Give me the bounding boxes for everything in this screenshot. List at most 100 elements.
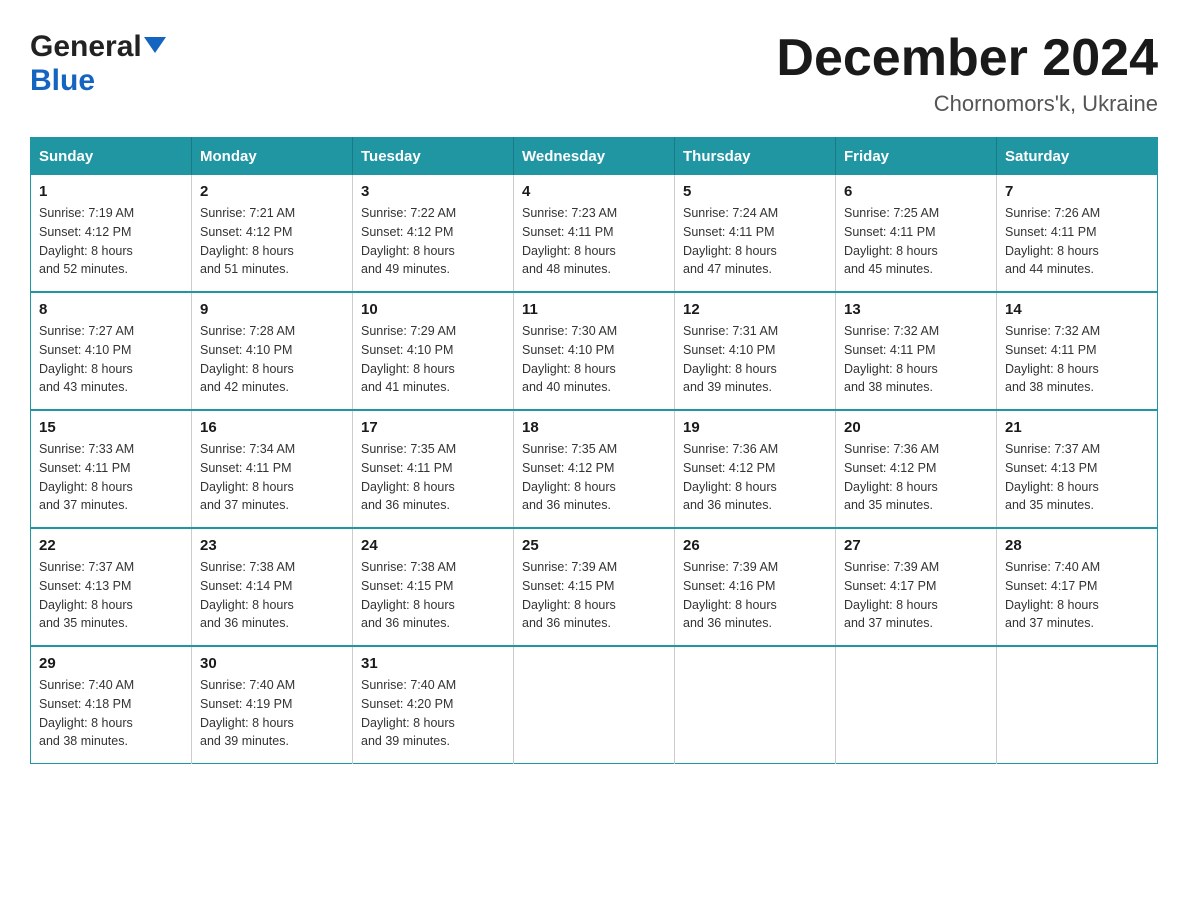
day-info: Sunrise: 7:32 AMSunset: 4:11 PMDaylight:… [1005, 322, 1149, 397]
calendar-header-sunday: Sunday [31, 138, 192, 176]
calendar-cell: 4 Sunrise: 7:23 AMSunset: 4:11 PMDayligh… [514, 175, 675, 292]
calendar-cell: 10 Sunrise: 7:29 AMSunset: 4:10 PMDaylig… [353, 292, 514, 410]
day-info: Sunrise: 7:25 AMSunset: 4:11 PMDaylight:… [844, 204, 988, 279]
calendar-cell: 8 Sunrise: 7:27 AMSunset: 4:10 PMDayligh… [31, 292, 192, 410]
day-number: 22 [39, 537, 183, 554]
calendar-cell: 9 Sunrise: 7:28 AMSunset: 4:10 PMDayligh… [192, 292, 353, 410]
month-title: December 2024 [776, 30, 1158, 87]
day-info: Sunrise: 7:33 AMSunset: 4:11 PMDaylight:… [39, 440, 183, 515]
calendar-cell: 11 Sunrise: 7:30 AMSunset: 4:10 PMDaylig… [514, 292, 675, 410]
calendar-cell: 30 Sunrise: 7:40 AMSunset: 4:19 PMDaylig… [192, 646, 353, 764]
calendar-cell: 19 Sunrise: 7:36 AMSunset: 4:12 PMDaylig… [675, 410, 836, 528]
day-number: 1 [39, 183, 183, 200]
calendar-week-row: 29 Sunrise: 7:40 AMSunset: 4:18 PMDaylig… [31, 646, 1158, 764]
logo-general-text: General [30, 30, 142, 64]
calendar-cell: 29 Sunrise: 7:40 AMSunset: 4:18 PMDaylig… [31, 646, 192, 764]
calendar-cell: 6 Sunrise: 7:25 AMSunset: 4:11 PMDayligh… [836, 175, 997, 292]
calendar-cell: 24 Sunrise: 7:38 AMSunset: 4:15 PMDaylig… [353, 528, 514, 646]
calendar-cell: 2 Sunrise: 7:21 AMSunset: 4:12 PMDayligh… [192, 175, 353, 292]
calendar-week-row: 8 Sunrise: 7:27 AMSunset: 4:10 PMDayligh… [31, 292, 1158, 410]
day-info: Sunrise: 7:38 AMSunset: 4:15 PMDaylight:… [361, 558, 505, 633]
calendar-header-row: SundayMondayTuesdayWednesdayThursdayFrid… [31, 138, 1158, 176]
calendar-cell: 15 Sunrise: 7:33 AMSunset: 4:11 PMDaylig… [31, 410, 192, 528]
calendar-cell [836, 646, 997, 764]
calendar-cell [514, 646, 675, 764]
day-number: 2 [200, 183, 344, 200]
calendar-week-row: 22 Sunrise: 7:37 AMSunset: 4:13 PMDaylig… [31, 528, 1158, 646]
calendar-cell: 21 Sunrise: 7:37 AMSunset: 4:13 PMDaylig… [997, 410, 1158, 528]
day-number: 27 [844, 537, 988, 554]
day-number: 6 [844, 183, 988, 200]
calendar-table: SundayMondayTuesdayWednesdayThursdayFrid… [30, 137, 1158, 764]
calendar-cell [997, 646, 1158, 764]
day-number: 3 [361, 183, 505, 200]
calendar-cell: 26 Sunrise: 7:39 AMSunset: 4:16 PMDaylig… [675, 528, 836, 646]
title-section: December 2024 Chornomors'k, Ukraine [776, 30, 1158, 117]
day-info: Sunrise: 7:32 AMSunset: 4:11 PMDaylight:… [844, 322, 988, 397]
calendar-week-row: 15 Sunrise: 7:33 AMSunset: 4:11 PMDaylig… [31, 410, 1158, 528]
day-info: Sunrise: 7:26 AMSunset: 4:11 PMDaylight:… [1005, 204, 1149, 279]
calendar-cell: 12 Sunrise: 7:31 AMSunset: 4:10 PMDaylig… [675, 292, 836, 410]
day-info: Sunrise: 7:40 AMSunset: 4:19 PMDaylight:… [200, 676, 344, 751]
day-info: Sunrise: 7:37 AMSunset: 4:13 PMDaylight:… [1005, 440, 1149, 515]
day-info: Sunrise: 7:40 AMSunset: 4:18 PMDaylight:… [39, 676, 183, 751]
page-header: General Blue December 2024 Chornomors'k,… [30, 30, 1158, 117]
day-number: 5 [683, 183, 827, 200]
calendar-cell [675, 646, 836, 764]
day-info: Sunrise: 7:36 AMSunset: 4:12 PMDaylight:… [683, 440, 827, 515]
day-number: 24 [361, 537, 505, 554]
day-number: 28 [1005, 537, 1149, 554]
day-info: Sunrise: 7:39 AMSunset: 4:16 PMDaylight:… [683, 558, 827, 633]
calendar-cell: 25 Sunrise: 7:39 AMSunset: 4:15 PMDaylig… [514, 528, 675, 646]
day-number: 10 [361, 301, 505, 318]
calendar-header-friday: Friday [836, 138, 997, 176]
day-number: 25 [522, 537, 666, 554]
logo: General Blue [30, 30, 166, 98]
day-number: 9 [200, 301, 344, 318]
day-info: Sunrise: 7:40 AMSunset: 4:17 PMDaylight:… [1005, 558, 1149, 633]
day-info: Sunrise: 7:29 AMSunset: 4:10 PMDaylight:… [361, 322, 505, 397]
calendar-cell: 17 Sunrise: 7:35 AMSunset: 4:11 PMDaylig… [353, 410, 514, 528]
day-info: Sunrise: 7:19 AMSunset: 4:12 PMDaylight:… [39, 204, 183, 279]
calendar-cell: 1 Sunrise: 7:19 AMSunset: 4:12 PMDayligh… [31, 175, 192, 292]
calendar-cell: 20 Sunrise: 7:36 AMSunset: 4:12 PMDaylig… [836, 410, 997, 528]
day-info: Sunrise: 7:34 AMSunset: 4:11 PMDaylight:… [200, 440, 344, 515]
day-number: 7 [1005, 183, 1149, 200]
calendar-cell: 13 Sunrise: 7:32 AMSunset: 4:11 PMDaylig… [836, 292, 997, 410]
day-info: Sunrise: 7:28 AMSunset: 4:10 PMDaylight:… [200, 322, 344, 397]
day-info: Sunrise: 7:31 AMSunset: 4:10 PMDaylight:… [683, 322, 827, 397]
day-info: Sunrise: 7:38 AMSunset: 4:14 PMDaylight:… [200, 558, 344, 633]
logo-triangle-icon [144, 37, 166, 58]
calendar-cell: 18 Sunrise: 7:35 AMSunset: 4:12 PMDaylig… [514, 410, 675, 528]
day-info: Sunrise: 7:39 AMSunset: 4:17 PMDaylight:… [844, 558, 988, 633]
day-number: 30 [200, 655, 344, 672]
day-info: Sunrise: 7:30 AMSunset: 4:10 PMDaylight:… [522, 322, 666, 397]
day-info: Sunrise: 7:27 AMSunset: 4:10 PMDaylight:… [39, 322, 183, 397]
day-number: 14 [1005, 301, 1149, 318]
day-info: Sunrise: 7:23 AMSunset: 4:11 PMDaylight:… [522, 204, 666, 279]
calendar-cell: 3 Sunrise: 7:22 AMSunset: 4:12 PMDayligh… [353, 175, 514, 292]
calendar-cell: 28 Sunrise: 7:40 AMSunset: 4:17 PMDaylig… [997, 528, 1158, 646]
day-number: 4 [522, 183, 666, 200]
day-number: 12 [683, 301, 827, 318]
day-number: 15 [39, 419, 183, 436]
day-info: Sunrise: 7:21 AMSunset: 4:12 PMDaylight:… [200, 204, 344, 279]
calendar-cell: 23 Sunrise: 7:38 AMSunset: 4:14 PMDaylig… [192, 528, 353, 646]
day-number: 16 [200, 419, 344, 436]
day-info: Sunrise: 7:24 AMSunset: 4:11 PMDaylight:… [683, 204, 827, 279]
day-number: 29 [39, 655, 183, 672]
day-info: Sunrise: 7:37 AMSunset: 4:13 PMDaylight:… [39, 558, 183, 633]
day-number: 17 [361, 419, 505, 436]
location-label: Chornomors'k, Ukraine [776, 91, 1158, 117]
calendar-header-thursday: Thursday [675, 138, 836, 176]
logo-blue-text: Blue [30, 64, 95, 97]
day-info: Sunrise: 7:35 AMSunset: 4:11 PMDaylight:… [361, 440, 505, 515]
day-number: 13 [844, 301, 988, 318]
day-number: 11 [522, 301, 666, 318]
calendar-week-row: 1 Sunrise: 7:19 AMSunset: 4:12 PMDayligh… [31, 175, 1158, 292]
day-number: 20 [844, 419, 988, 436]
day-number: 21 [1005, 419, 1149, 436]
day-info: Sunrise: 7:35 AMSunset: 4:12 PMDaylight:… [522, 440, 666, 515]
day-number: 18 [522, 419, 666, 436]
day-info: Sunrise: 7:39 AMSunset: 4:15 PMDaylight:… [522, 558, 666, 633]
